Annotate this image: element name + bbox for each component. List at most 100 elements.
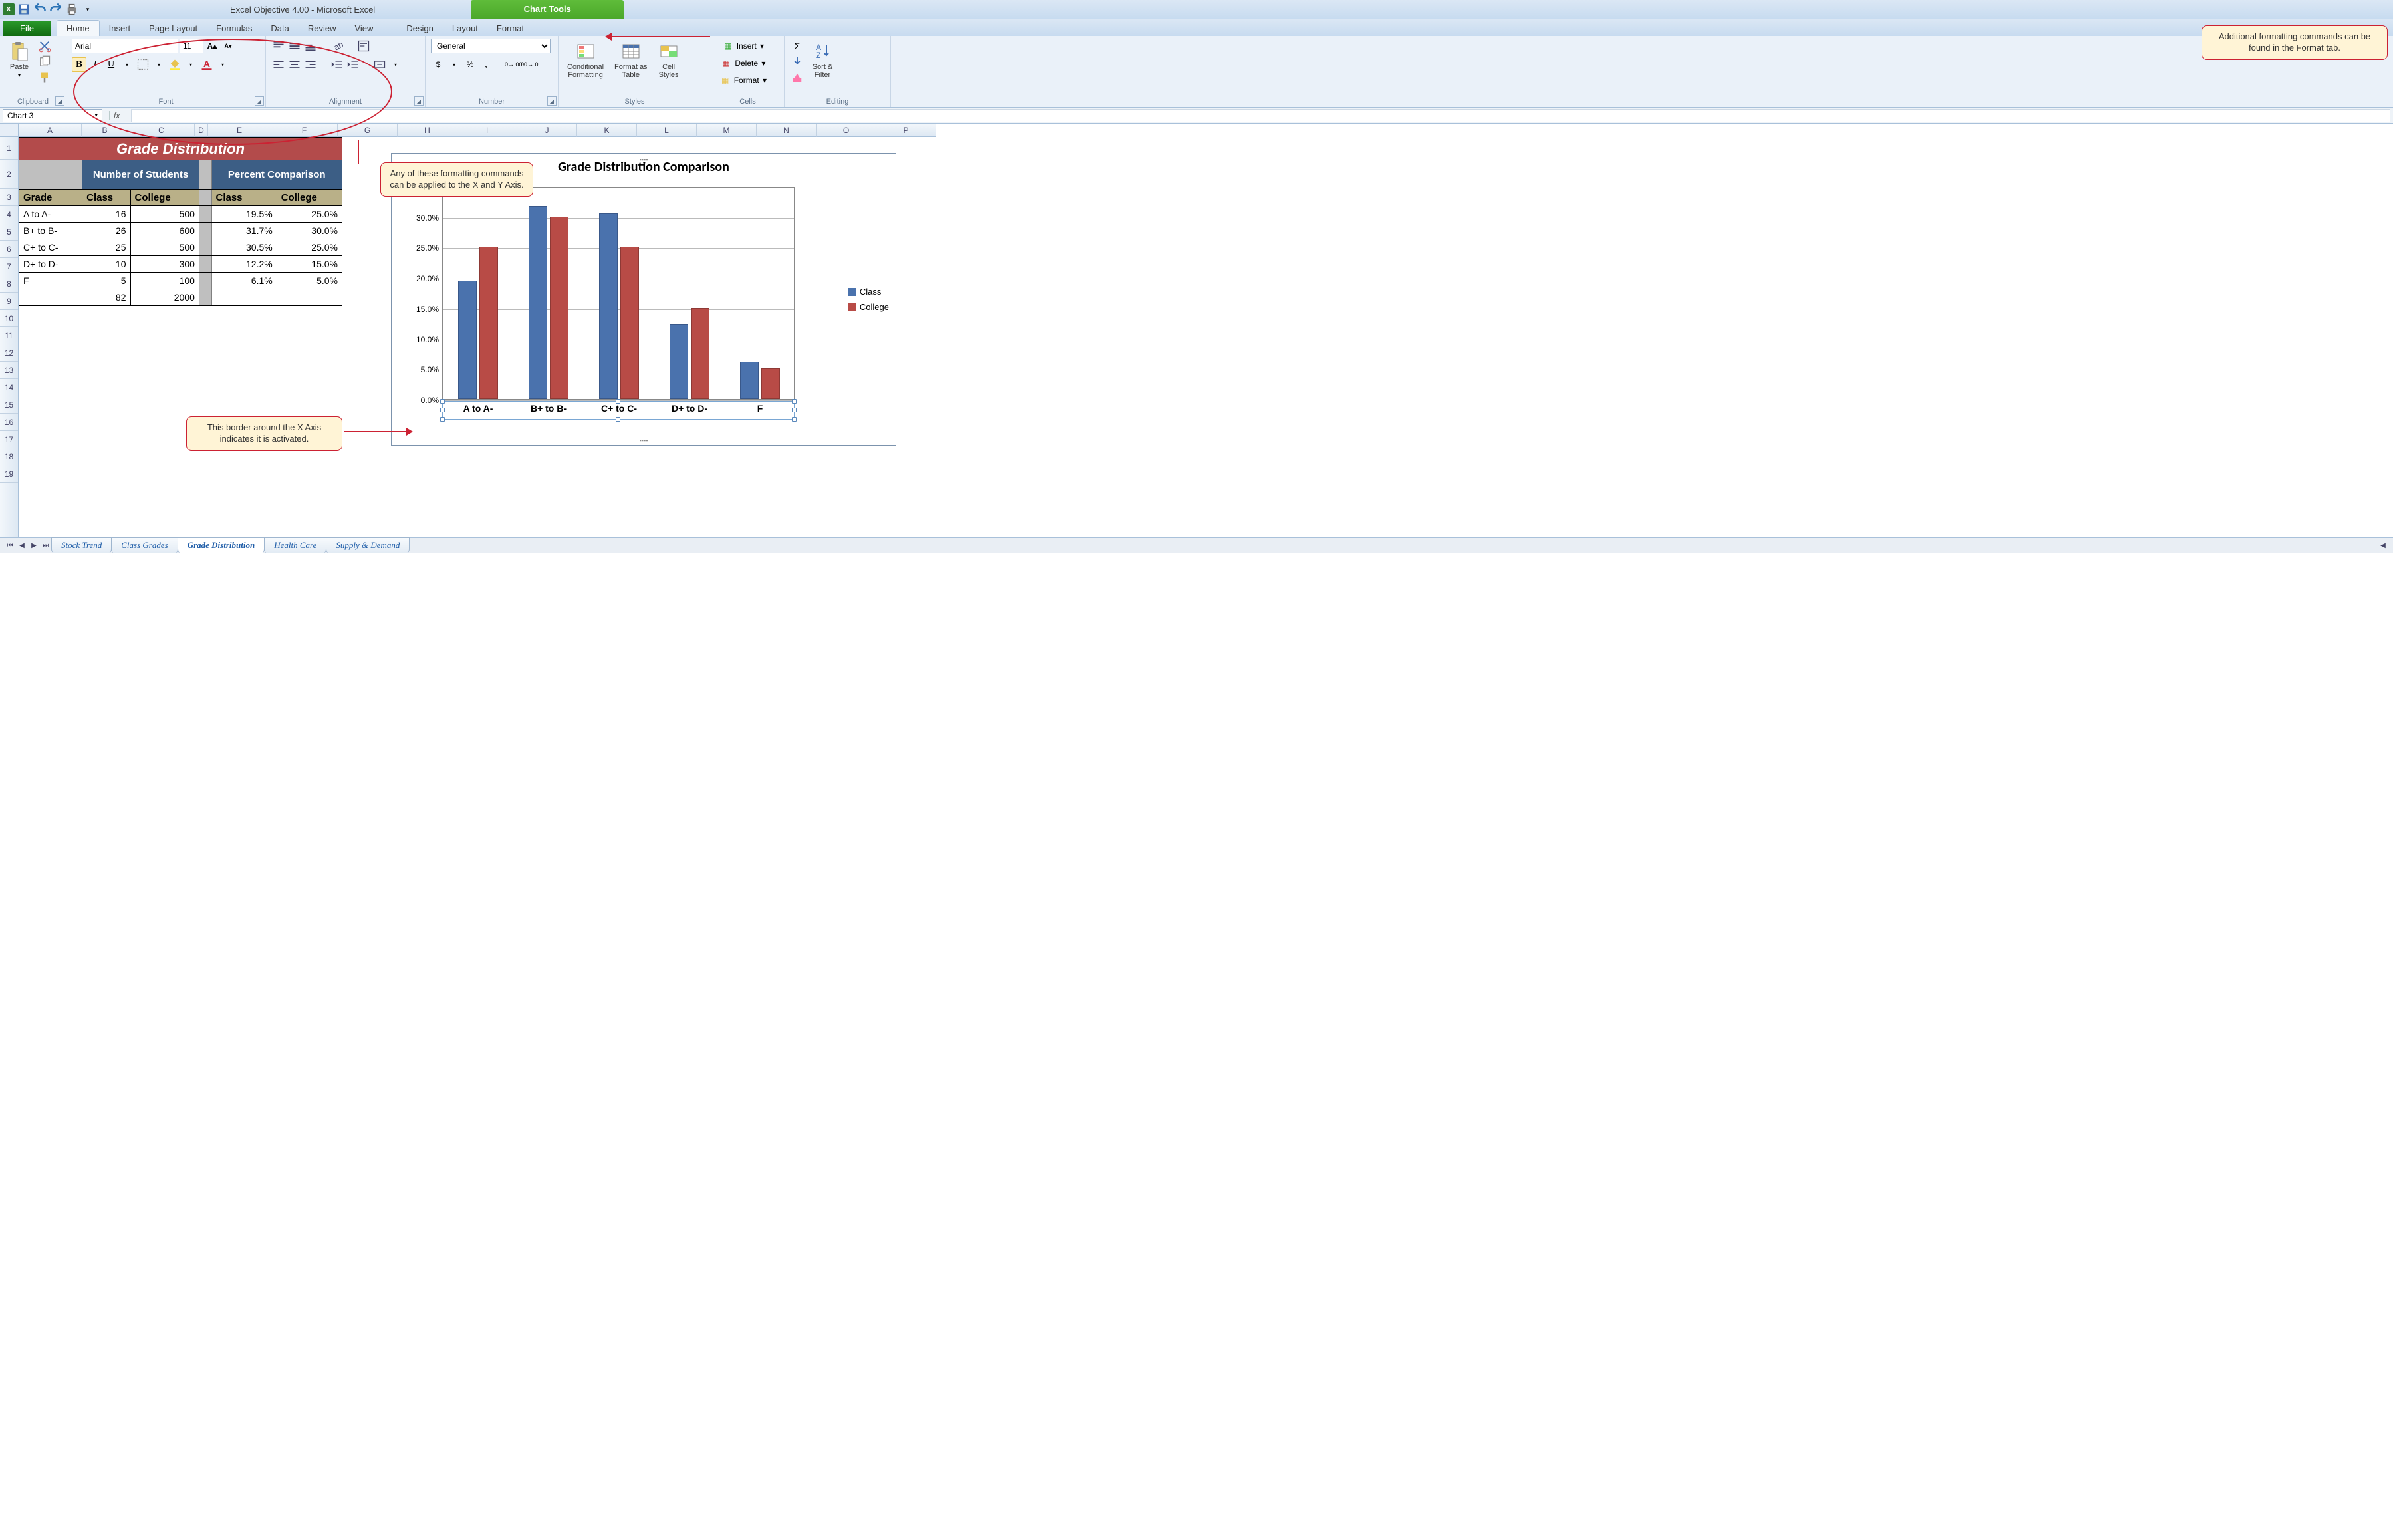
number-format-select[interactable]: General xyxy=(431,39,551,53)
data-cell[interactable]: 25.0% xyxy=(277,239,342,256)
percent-icon[interactable]: % xyxy=(463,57,477,72)
worksheet-grid[interactable]: 12345678910111213141516171819 Grade Dist… xyxy=(0,137,2393,537)
tab-design[interactable]: Design xyxy=(397,21,442,36)
row-header-14[interactable]: 14 xyxy=(0,379,18,396)
column-header-L[interactable]: L xyxy=(637,124,697,137)
align-left-icon[interactable] xyxy=(271,57,286,72)
row-header-4[interactable]: 4 xyxy=(0,206,18,223)
column-header-C[interactable]: C xyxy=(128,124,195,137)
column-header-A[interactable]: A xyxy=(19,124,82,137)
increase-font-icon[interactable]: A▴ xyxy=(205,39,219,53)
sheet-nav-last-icon[interactable]: ⏭ xyxy=(40,540,52,552)
data-cell[interactable]: 6.1% xyxy=(211,273,277,289)
conditional-formatting-button[interactable]: Conditional Formatting xyxy=(564,39,607,81)
column-header-F[interactable]: F xyxy=(271,124,338,137)
data-cell[interactable]: C+ to C- xyxy=(19,239,82,256)
borders-dropdown-icon[interactable]: ▾ xyxy=(152,57,166,72)
row-header-11[interactable]: 11 xyxy=(0,327,18,344)
autosum-icon[interactable]: Σ xyxy=(790,39,805,53)
format-cells-button[interactable]: ▦ Format ▾ xyxy=(717,73,771,88)
row-header-2[interactable]: 2 xyxy=(0,160,18,189)
sheet-canvas[interactable]: Grade Distribution Number of Students Pe… xyxy=(19,137,2393,537)
chart-bar[interactable] xyxy=(599,213,618,399)
row-header-16[interactable]: 16 xyxy=(0,414,18,431)
row-header-3[interactable]: 3 xyxy=(0,189,18,206)
tab-formulas[interactable]: Formulas xyxy=(207,21,261,36)
sheet-tab[interactable]: Class Grades xyxy=(111,537,178,553)
currency-dropdown-icon[interactable]: ▾ xyxy=(447,57,461,72)
column-header-K[interactable]: K xyxy=(577,124,637,137)
fill-dropdown-icon[interactable]: ▾ xyxy=(184,57,198,72)
bold-button[interactable]: B xyxy=(72,57,86,72)
column-header-N[interactable]: N xyxy=(757,124,817,137)
save-icon[interactable] xyxy=(17,3,31,16)
data-cell[interactable]: 12.2% xyxy=(211,256,277,273)
sheet-tab[interactable]: Health Care xyxy=(264,537,326,553)
column-header-B[interactable]: B xyxy=(82,124,128,137)
data-cell[interactable]: 19.5% xyxy=(211,206,277,223)
row-header-18[interactable]: 18 xyxy=(0,448,18,465)
row-header-8[interactable]: 8 xyxy=(0,275,18,293)
chart-plot-area[interactable]: 0.0%5.0%10.0%15.0%20.0%25.0%30.0%35.0%A … xyxy=(442,187,795,400)
increase-indent-icon[interactable] xyxy=(346,57,360,72)
font-color-icon[interactable]: A xyxy=(199,57,214,72)
merge-dropdown-icon[interactable]: ▾ xyxy=(388,57,403,72)
fill-icon[interactable] xyxy=(790,55,805,69)
align-bottom-icon[interactable] xyxy=(303,39,318,53)
align-middle-icon[interactable] xyxy=(287,39,302,53)
chart-bar[interactable] xyxy=(458,281,477,399)
borders-icon[interactable] xyxy=(136,57,150,72)
row-header-10[interactable]: 10 xyxy=(0,310,18,327)
merge-center-icon[interactable] xyxy=(372,57,387,72)
data-cell[interactable]: 31.7% xyxy=(211,223,277,239)
wrap-text-icon[interactable] xyxy=(356,39,371,53)
column-header-G[interactable]: G xyxy=(338,124,398,137)
tab-format[interactable]: Format xyxy=(487,21,533,36)
row-header-7[interactable]: 7 xyxy=(0,258,18,275)
underline-dropdown-icon[interactable]: ▾ xyxy=(120,57,134,72)
total-cell[interactable] xyxy=(19,289,82,306)
cell-styles-button[interactable]: Cell Styles xyxy=(655,39,683,81)
tab-view[interactable]: View xyxy=(345,21,382,36)
tab-home[interactable]: Home xyxy=(57,20,100,36)
delete-cells-button[interactable]: ▦ Delete ▾ xyxy=(717,56,771,70)
data-cell[interactable]: 30.5% xyxy=(211,239,277,256)
underline-button[interactable]: U xyxy=(104,57,118,72)
data-cell[interactable]: F xyxy=(19,273,82,289)
sheet-nav-next-icon[interactable]: ▶ xyxy=(28,540,40,552)
column-header-P[interactable]: P xyxy=(876,124,936,137)
column-header-E[interactable]: E xyxy=(208,124,271,137)
chart-bar[interactable] xyxy=(529,206,547,399)
data-cell[interactable]: 600 xyxy=(130,223,199,239)
row-header-6[interactable]: 6 xyxy=(0,241,18,258)
clipboard-dialog-launcher[interactable]: ◢ xyxy=(55,96,64,106)
data-cell[interactable]: 16 xyxy=(82,206,130,223)
sheet-nav-prev-icon[interactable]: ◀ xyxy=(16,540,28,552)
row-header-17[interactable]: 17 xyxy=(0,431,18,448)
sheet-tab[interactable]: Stock Trend xyxy=(51,537,112,553)
sheet-tab[interactable]: Grade Distribution xyxy=(178,537,265,553)
chart-bar[interactable] xyxy=(670,324,688,399)
row-header-12[interactable]: 12 xyxy=(0,344,18,362)
data-cell[interactable]: 5.0% xyxy=(277,273,342,289)
data-cell[interactable]: 30.0% xyxy=(277,223,342,239)
sheet-nav-first-icon[interactable]: ⏮ xyxy=(4,540,16,552)
data-cell[interactable]: D+ to D- xyxy=(19,256,82,273)
chart-legend[interactable]: Class College xyxy=(848,287,889,317)
data-cell[interactable]: 26 xyxy=(82,223,130,239)
align-center-icon[interactable] xyxy=(287,57,302,72)
alignment-dialog-launcher[interactable]: ◢ xyxy=(414,96,424,106)
font-color-dropdown-icon[interactable]: ▾ xyxy=(215,57,230,72)
tab-review[interactable]: Review xyxy=(299,21,346,36)
align-right-icon[interactable] xyxy=(303,57,318,72)
sheet-tab[interactable]: Supply & Demand xyxy=(326,537,410,553)
tab-file[interactable]: File xyxy=(3,21,51,36)
name-box[interactable]: Chart 3▾ xyxy=(3,109,102,122)
align-top-icon[interactable] xyxy=(271,39,286,53)
chart-bar[interactable] xyxy=(550,217,568,399)
cut-icon[interactable] xyxy=(37,39,52,53)
row-header-15[interactable]: 15 xyxy=(0,396,18,414)
comma-icon[interactable]: , xyxy=(479,57,493,72)
number-dialog-launcher[interactable]: ◢ xyxy=(547,96,557,106)
data-cell[interactable]: 15.0% xyxy=(277,256,342,273)
